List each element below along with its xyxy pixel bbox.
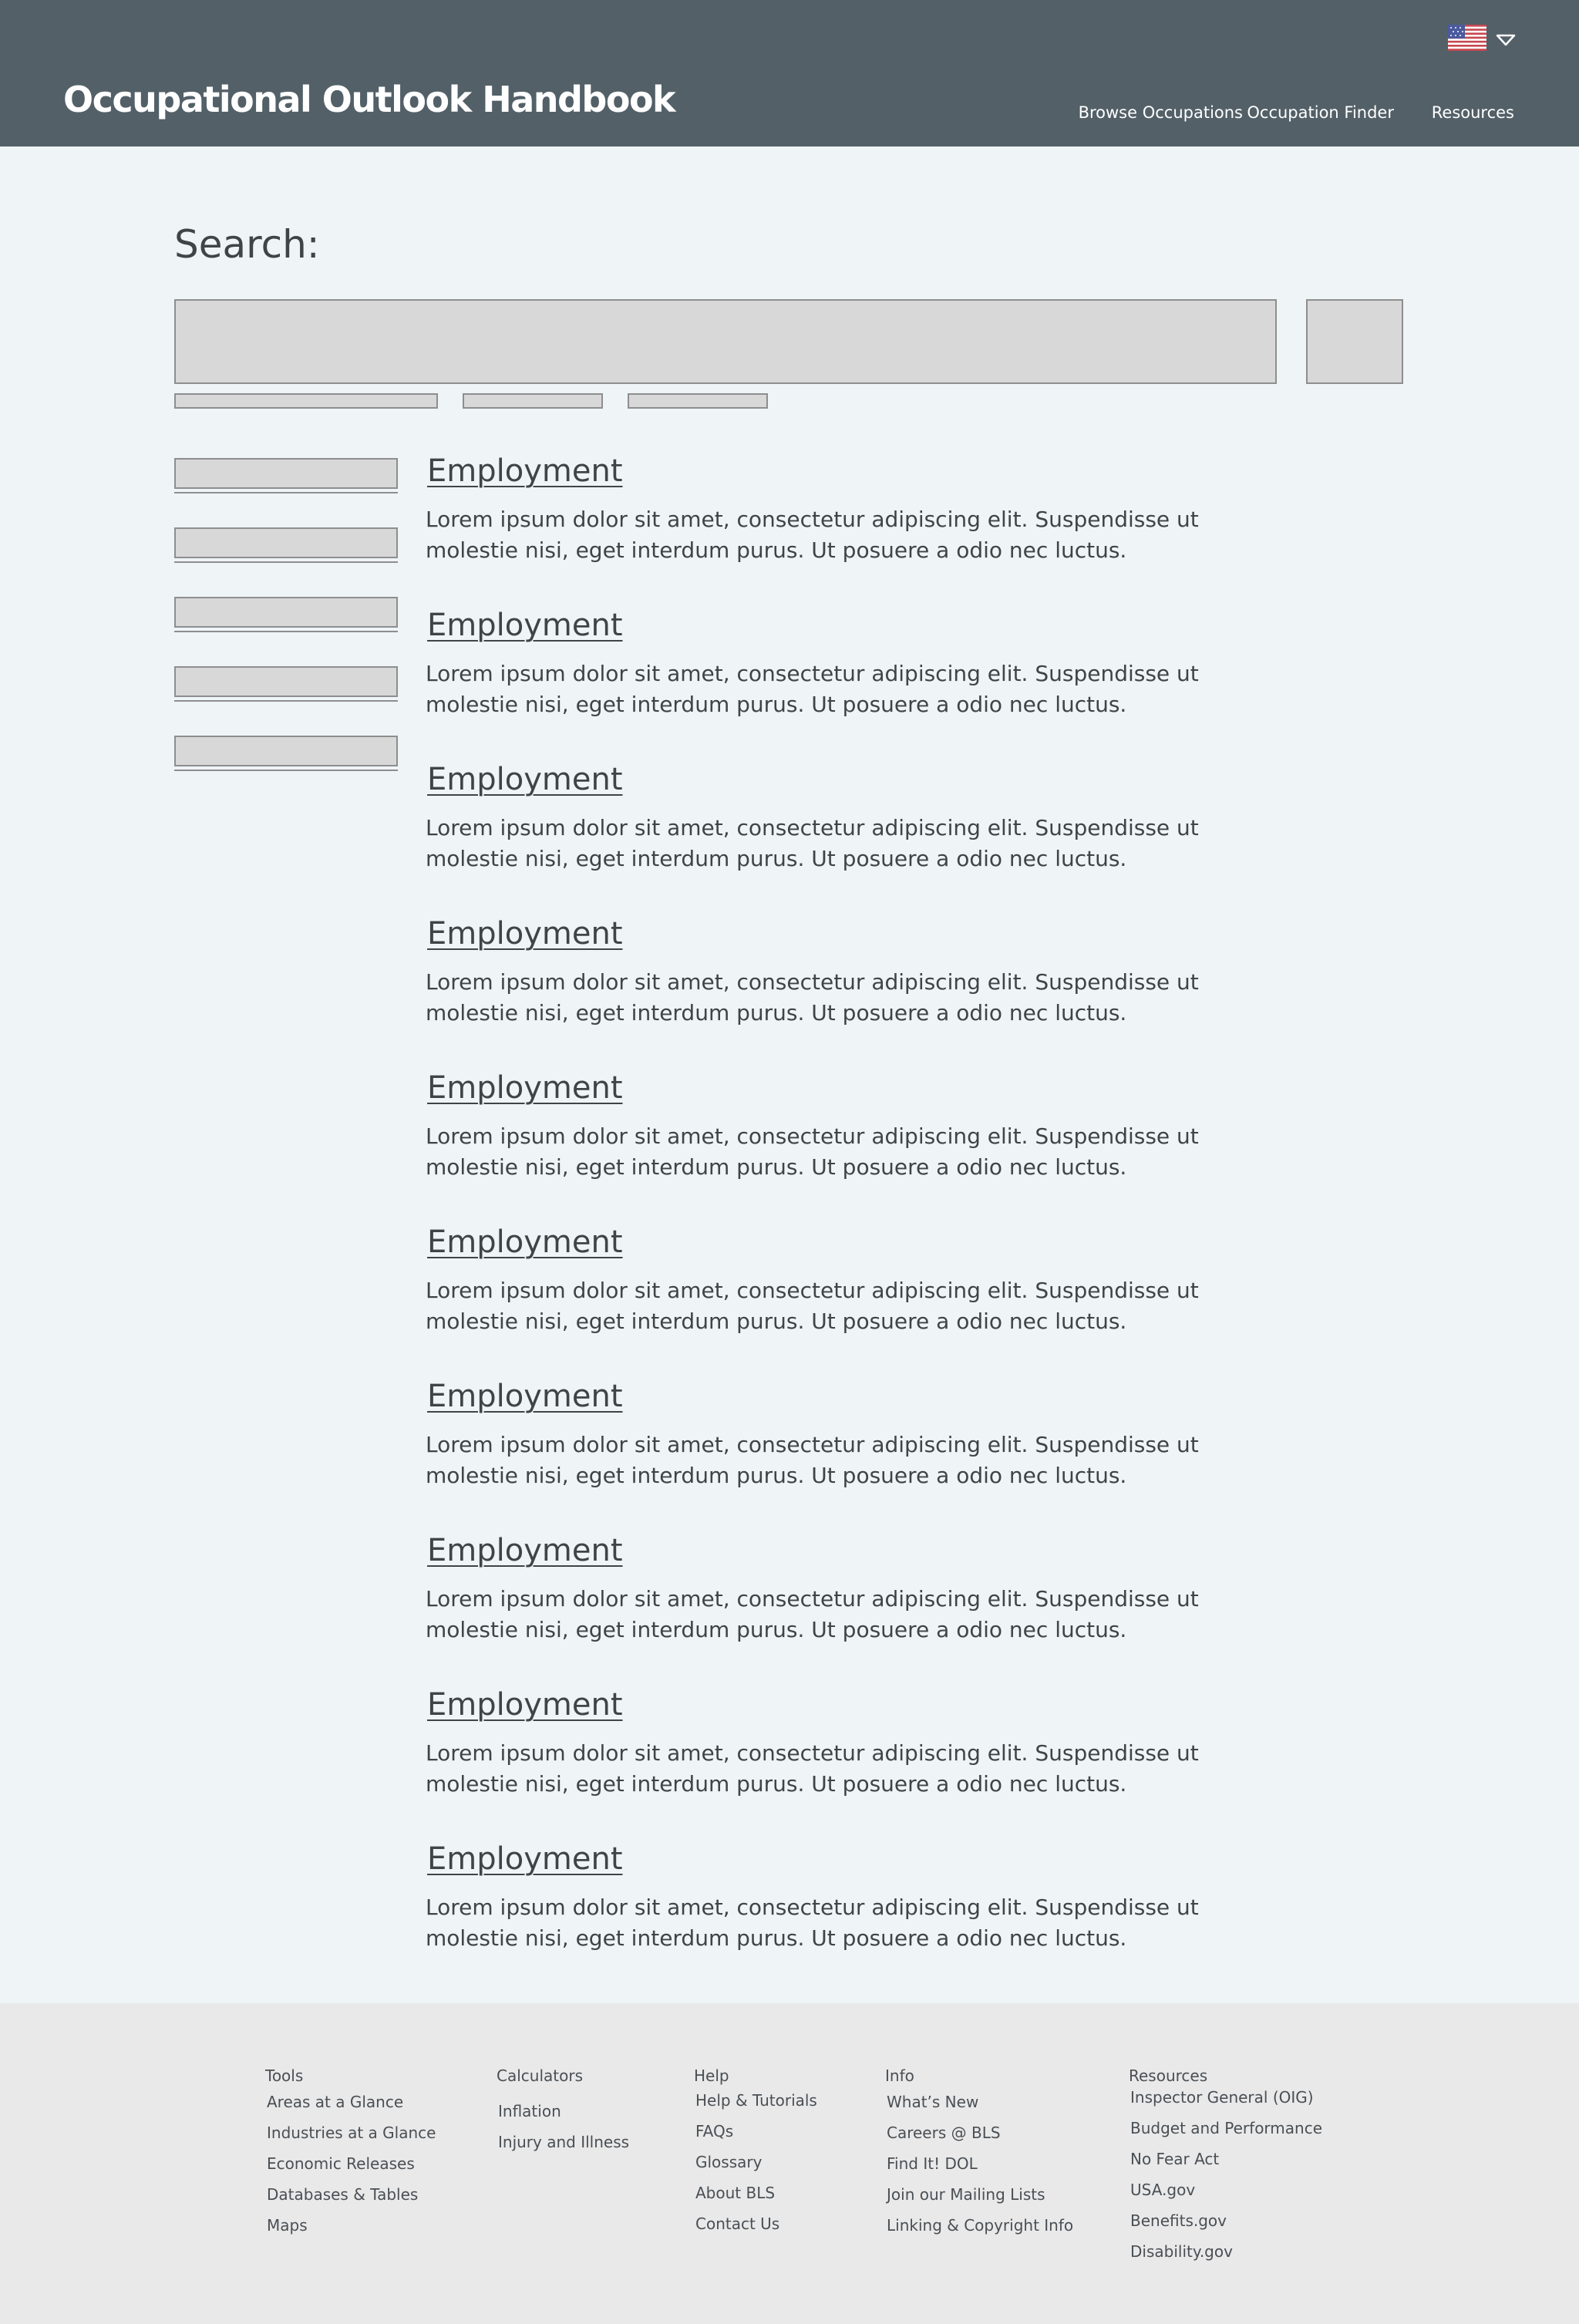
- result-title-link[interactable]: Employment: [427, 1841, 623, 1877]
- language-selector[interactable]: [1448, 23, 1525, 54]
- result-description: Lorem ipsum dolor sit amet, consectetur …: [426, 969, 1199, 1026]
- chevron-down-icon[interactable]: [1496, 34, 1516, 46]
- sidebar-filter-box: [174, 597, 398, 628]
- sidebar-filter-box: [174, 458, 398, 489]
- footer-link[interactable]: Glossary: [695, 2153, 762, 2171]
- nav-occupation-finder[interactable]: Occupation Finder: [1247, 103, 1394, 122]
- footer-link[interactable]: No Fear Act: [1130, 2150, 1219, 2168]
- footer-link[interactable]: Disability.gov: [1130, 2242, 1233, 2261]
- result-title-link[interactable]: Employment: [427, 1070, 623, 1106]
- sidebar-filter-box: [174, 736, 398, 766]
- footer-link[interactable]: About BLS: [695, 2184, 775, 2202]
- result-description: Lorem ipsum dolor sit amet, consectetur …: [426, 661, 1199, 717]
- footer-link[interactable]: Inspector General (OIG): [1130, 2088, 1314, 2107]
- search-input[interactable]: [174, 299, 1277, 384]
- divider: [174, 492, 398, 493]
- footer-link[interactable]: Find It! DOL: [887, 2154, 978, 2173]
- site-header: Occupational Outlook Handbook Browse Occ…: [0, 0, 1579, 147]
- result-title-link[interactable]: Employment: [427, 916, 623, 951]
- footer-link[interactable]: Maps: [267, 2216, 308, 2235]
- site-title[interactable]: Occupational Outlook Handbook: [63, 79, 676, 120]
- footer-link[interactable]: Linking & Copyright Info: [887, 2216, 1073, 2235]
- footer-heading: Calculators: [497, 2066, 583, 2085]
- result-title-link[interactable]: Employment: [427, 1687, 623, 1723]
- footer-link[interactable]: Benefits.gov: [1130, 2211, 1227, 2230]
- footer-link[interactable]: Economic Releases: [267, 2154, 415, 2173]
- footer-heading: Resources: [1129, 2066, 1208, 2085]
- footer-heading: Help: [694, 2066, 729, 2085]
- filter-option[interactable]: [463, 393, 603, 409]
- sidebar-filter-box: [174, 527, 398, 558]
- footer-link[interactable]: Areas at a Glance: [267, 2093, 403, 2111]
- divider: [174, 631, 398, 632]
- result-title-link[interactable]: Employment: [427, 453, 623, 489]
- footer-link[interactable]: Inflation: [498, 2102, 561, 2120]
- sidebar-filter-item[interactable]: [174, 736, 398, 771]
- footer-link[interactable]: Databases & Tables: [267, 2185, 418, 2204]
- result-title-link[interactable]: Employment: [427, 1224, 623, 1260]
- nav-browse-occupations[interactable]: Browse Occupations: [1079, 103, 1243, 122]
- result-description: Lorem ipsum dolor sit amet, consectetur …: [426, 1123, 1199, 1180]
- footer-heading: Tools: [265, 2066, 304, 2085]
- sidebar-filter-item[interactable]: [174, 458, 398, 493]
- footer-link[interactable]: Injury and Illness: [498, 2133, 629, 2151]
- search-button[interactable]: [1306, 299, 1403, 384]
- footer-link[interactable]: What’s New: [887, 2093, 978, 2111]
- result-description: Lorem ipsum dolor sit amet, consectetur …: [426, 1740, 1199, 1797]
- sidebar-filter-item[interactable]: [174, 527, 398, 563]
- result-description: Lorem ipsum dolor sit amet, consectetur …: [426, 507, 1199, 563]
- divider: [174, 561, 398, 563]
- result-description: Lorem ipsum dolor sit amet, consectetur …: [426, 1432, 1199, 1488]
- footer-link[interactable]: Contact Us: [695, 2215, 779, 2233]
- footer-link[interactable]: Budget and Performance: [1130, 2119, 1322, 2137]
- footer-link[interactable]: Join our Mailing Lists: [887, 2185, 1045, 2204]
- footer-link[interactable]: USA.gov: [1130, 2181, 1195, 2199]
- footer-link[interactable]: Help & Tutorials: [695, 2091, 817, 2110]
- footer-link[interactable]: Careers @ BLS: [887, 2124, 1001, 2142]
- result-description: Lorem ipsum dolor sit amet, consectetur …: [426, 815, 1199, 871]
- footer-heading: Info: [885, 2066, 914, 2085]
- search-label: Search:: [174, 222, 320, 267]
- filter-option[interactable]: [628, 393, 768, 409]
- nav-resources[interactable]: Resources: [1432, 103, 1514, 122]
- result-description: Lorem ipsum dolor sit amet, consectetur …: [426, 1278, 1199, 1334]
- sidebar-filter-item[interactable]: [174, 597, 398, 632]
- sidebar-filter-box: [174, 666, 398, 697]
- result-title-link[interactable]: Employment: [427, 762, 623, 797]
- result-title-link[interactable]: Employment: [427, 1533, 623, 1568]
- result-title-link[interactable]: Employment: [427, 1379, 623, 1414]
- sidebar-filter-item[interactable]: [174, 666, 398, 702]
- filter-option[interactable]: [174, 393, 438, 409]
- divider: [174, 700, 398, 702]
- result-description: Lorem ipsum dolor sit amet, consectetur …: [426, 1586, 1199, 1642]
- us-flag-icon: [1448, 25, 1486, 51]
- divider: [174, 770, 398, 771]
- result-description: Lorem ipsum dolor sit amet, consectetur …: [426, 1895, 1199, 1951]
- site-footer: Tools Areas at a Glance Industries at a …: [0, 2003, 1579, 2324]
- footer-link[interactable]: Industries at a Glance: [267, 2124, 436, 2142]
- result-title-link[interactable]: Employment: [427, 608, 623, 643]
- footer-link[interactable]: FAQs: [695, 2122, 733, 2140]
